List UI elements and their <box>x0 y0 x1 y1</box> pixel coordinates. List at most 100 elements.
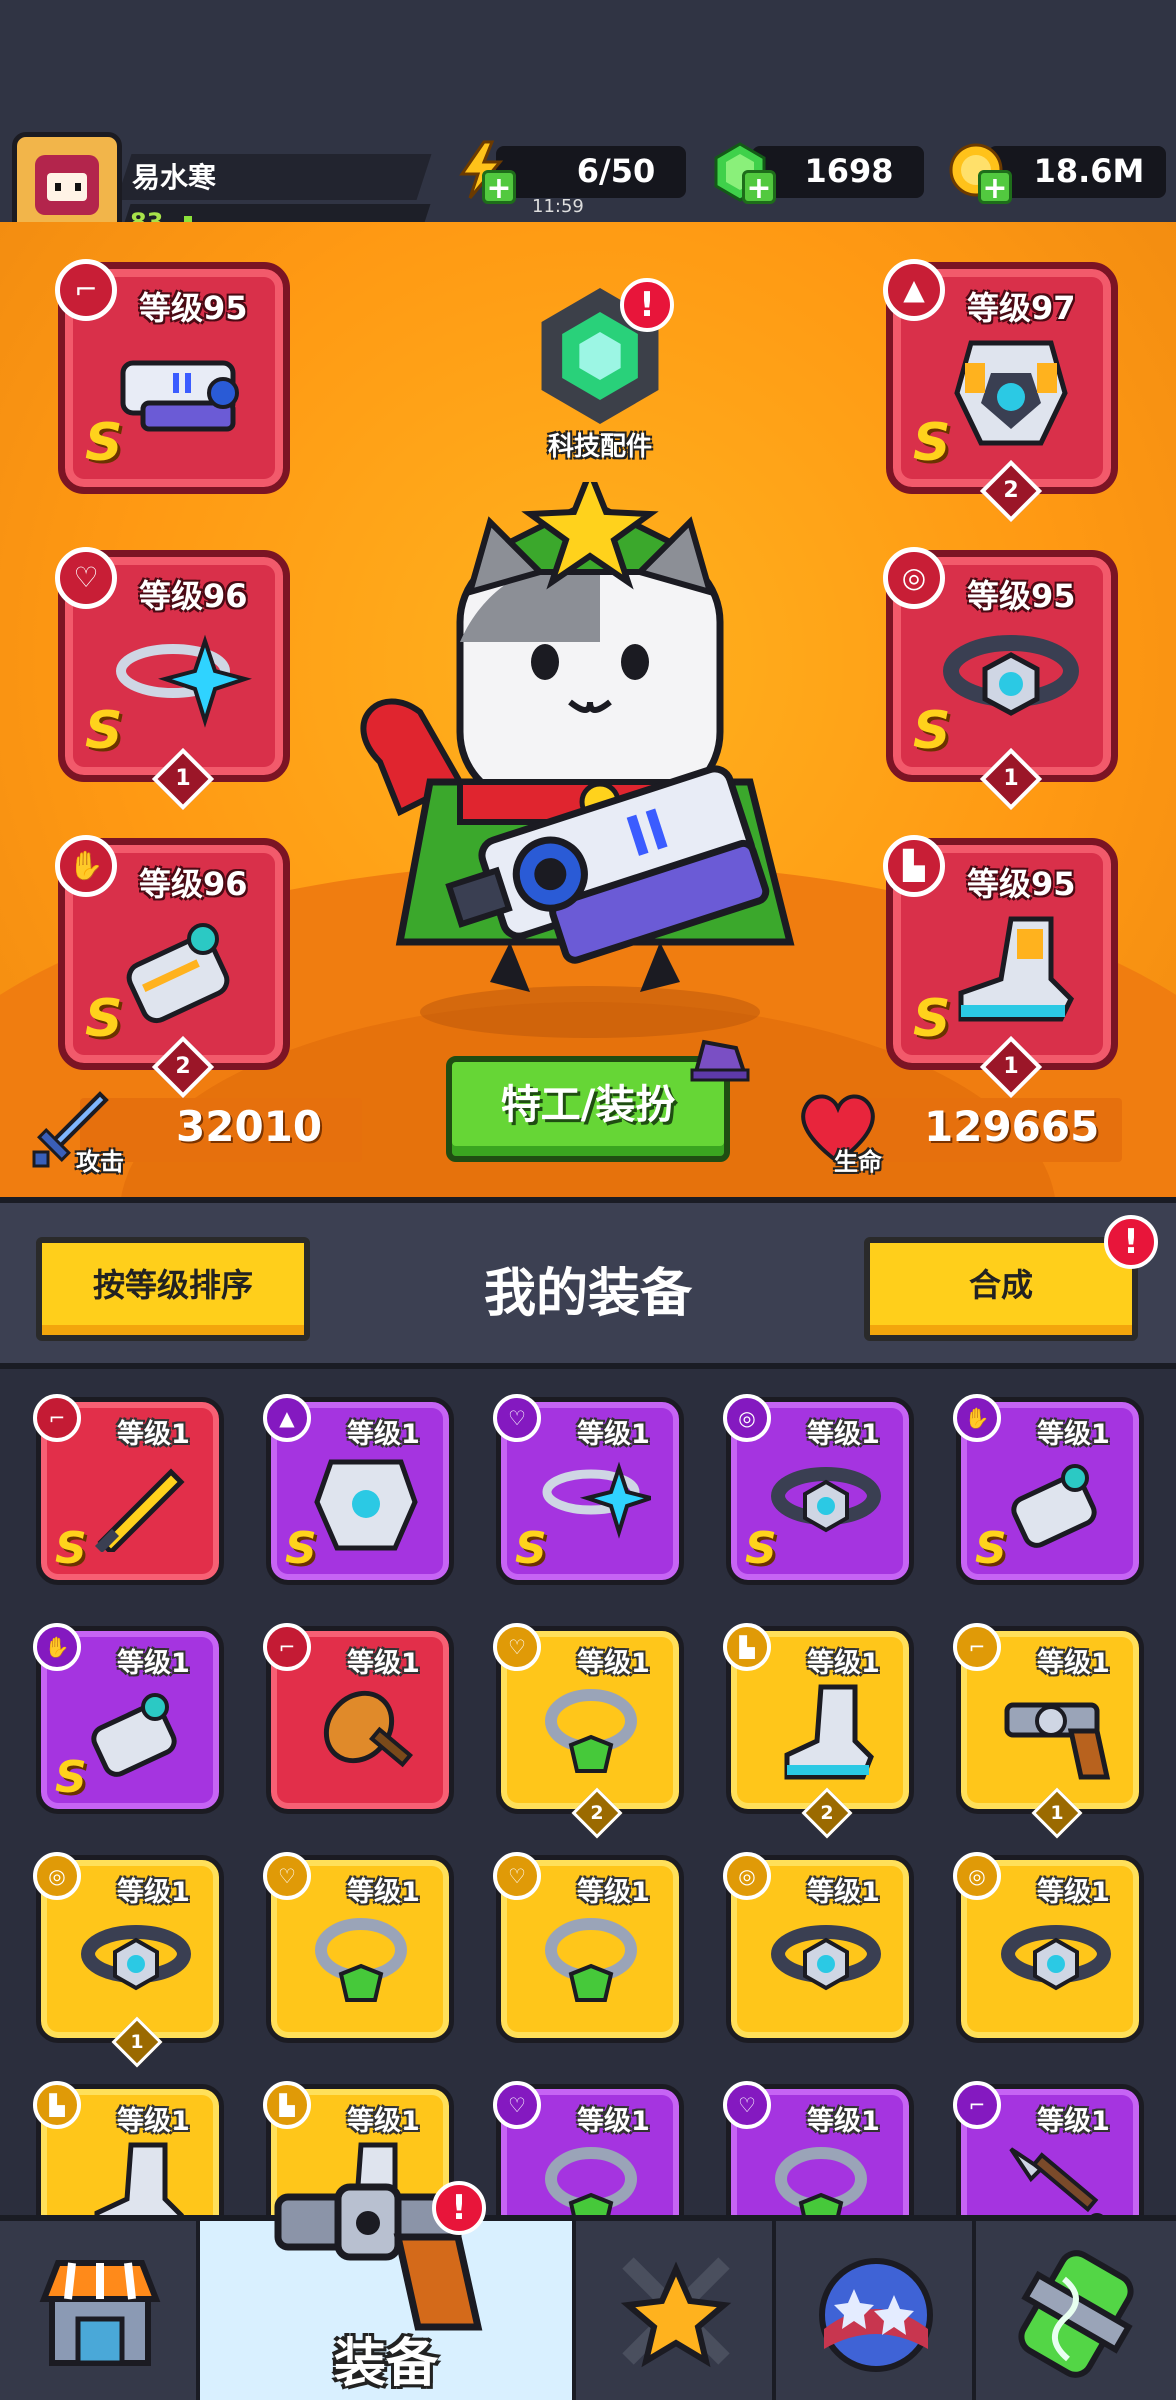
gems-plus-icon[interactable]: + <box>742 170 776 205</box>
rank-s: S <box>975 1523 1007 1574</box>
equip-slot-glove[interactable]: ✋ 等级96 S 2 <box>55 835 290 1099</box>
equip-slot-armor[interactable]: ▲ 等级97 S 2 <box>883 259 1118 523</box>
inventory-item-boot[interactable]: ▙ 等级1 <box>33 2081 224 2215</box>
energy-value: 6/50 <box>576 152 656 190</box>
club-icon <box>323 1690 413 1768</box>
slot-level: 等级95 <box>967 865 1076 903</box>
inventory-item-necklace[interactable]: ♡ 等级1 S <box>493 1394 684 1585</box>
star-count: 2 <box>571 1787 623 1839</box>
item-level: 等级1 <box>1037 2106 1110 2137</box>
inventory-item-boot[interactable]: ▙ 等级1 2 <box>723 1623 914 1839</box>
energy-timer: 11:59 <box>532 196 584 217</box>
armor-vest-icon <box>954 340 1068 446</box>
belt-badge-icon: ◎ <box>723 1394 771 1442</box>
revolver-badge-icon: ⌐ <box>953 1623 1001 1671</box>
item-level: 等级1 <box>117 1648 190 1679</box>
necklace-icon <box>542 1461 651 1539</box>
inventory-item-ring[interactable]: ♡ 等级1 <box>263 1852 454 2043</box>
equip-slot-belt[interactable]: ◎ 等级95 S 1 <box>883 547 1118 811</box>
glove-badge-icon: ✋ <box>33 1623 81 1671</box>
ring-icon <box>545 2147 637 2215</box>
inventory-item-armor[interactable]: ▲ 等级1 S <box>263 1394 454 1585</box>
sort-by-level-button[interactable]: 按等级排序 <box>36 1237 310 1341</box>
inventory-grid: ⌐ 等级1 S ▲ 等级1 S ♡ 等级1 S ◎ 等级1 S ✋ 等级1 S ✋ 等级1 S ⌐ 等级1 ♡ 等级1 2 ▙… <box>0 1369 1176 2215</box>
item-level: 等级1 <box>577 1877 650 1908</box>
coins-counter[interactable]: + 18.6M <box>948 143 1166 205</box>
boot-icon <box>784 1684 874 1780</box>
tech-parts-button[interactable]: 科技配件 ! <box>520 278 680 462</box>
inventory-item-club[interactable]: ⌐ 等级1 <box>263 1623 454 1814</box>
belt-icon <box>81 1925 191 1991</box>
nav-stars[interactable] <box>776 2221 976 2400</box>
ring-icon <box>545 1918 637 2002</box>
hat-icon <box>690 1039 750 1082</box>
inventory-item-revolver[interactable]: ⌐ 等级1 1 <box>953 1623 1144 1839</box>
rank-s: S <box>85 701 123 761</box>
item-level: 等级1 <box>1037 1419 1110 1450</box>
glove-icon <box>91 1693 177 1777</box>
shop-icon <box>39 2260 161 2366</box>
item-level: 等级1 <box>347 1419 420 1450</box>
dna-capsule-icon <box>1018 2250 1134 2378</box>
mech-boot-icon <box>958 916 1075 1022</box>
inventory-item-belt[interactable]: ◎ 等级1 S <box>723 1394 914 1585</box>
slot-level: 等级97 <box>967 289 1076 327</box>
inventory-item-ring[interactable]: ♡ 等级1 2 <box>493 1623 684 1839</box>
gems-counter[interactable]: + 1698 <box>712 142 924 205</box>
boot-badge-icon: ▙ <box>723 1623 771 1671</box>
coins-plus-icon[interactable]: + <box>978 170 1012 205</box>
item-level: 等级1 <box>807 2106 880 2137</box>
avatar-face <box>47 173 87 201</box>
attack-value: 32010 <box>176 1102 323 1151</box>
rank-s: S <box>55 1752 87 1803</box>
rank-s: S <box>85 413 123 473</box>
item-level: 等级1 <box>807 1648 880 1679</box>
rank-s: S <box>745 1523 777 1574</box>
avatar-eye <box>75 183 81 191</box>
item-level: 等级1 <box>577 1648 650 1679</box>
inventory-item-sword[interactable]: ⌐ 等级1 S <box>33 1394 224 1585</box>
inventory-item-belt[interactable]: ◎ 等级1 1 <box>33 1852 224 2068</box>
inventory-item-ring[interactable]: ♡ 等级1 <box>723 2081 914 2215</box>
slot-level: 等级96 <box>139 865 248 903</box>
slot-level: 等级95 <box>139 289 248 327</box>
necklace-badge-icon: ♡ <box>55 547 117 609</box>
inventory-item-glove[interactable]: ✋ 等级1 S <box>953 1394 1144 1585</box>
equip-slot-necklace[interactable]: ♡ 等级96 S 1 <box>55 547 290 811</box>
hex-belt-icon <box>943 635 1079 716</box>
avatar-eye <box>55 183 61 191</box>
nav-equipment-label: 装备 <box>333 2334 438 2394</box>
inventory-item-ring[interactable]: ♡ 等级1 <box>493 1852 684 2043</box>
inventory-item-glove[interactable]: ✋ 等级1 S <box>33 1623 224 1814</box>
merge-button[interactable]: 合成 <box>864 1237 1138 1341</box>
inventory-item-ring[interactable]: ♡ 等级1 <box>493 2081 684 2215</box>
equip-slot-weapon[interactable]: ⌐ 等级95 S <box>55 259 290 494</box>
star-planet-icon <box>819 2258 933 2372</box>
hp-value: 129665 <box>924 1102 1100 1151</box>
ring-icon <box>545 1689 637 1773</box>
nav-battle[interactable] <box>576 2221 776 2400</box>
inventory-item-belt[interactable]: ◎ 等级1 <box>723 1852 914 2043</box>
item-level: 等级1 <box>117 1877 190 1908</box>
belt-badge-icon: ◎ <box>883 547 945 609</box>
equipment-header: 按等级排序 我的装备 合成 ! <box>0 1197 1176 1369</box>
inventory-item-belt[interactable]: ◎ 等级1 <box>953 1852 1144 2043</box>
energy-plus-icon[interactable]: + <box>482 170 516 205</box>
attack-label: 攻击 <box>76 1148 124 1176</box>
equipment-alert-badge: ! <box>432 2181 486 2235</box>
merge-alert-badge: ! <box>1104 1215 1158 1269</box>
equip-slot-boots[interactable]: ▙ 等级95 S 1 <box>883 835 1118 1099</box>
belt-badge-icon: ◎ <box>723 1852 771 1900</box>
inventory-item-kunai[interactable]: ⌐ 等级1 <box>953 2081 1144 2215</box>
item-level: 等级1 <box>807 1877 880 1908</box>
agent-outfit-button[interactable]: 特工/装扮 <box>446 1056 730 1162</box>
shirt-badge-icon: ▲ <box>883 259 945 321</box>
rank-s: S <box>55 1523 87 1574</box>
nav-shop[interactable] <box>0 2221 200 2400</box>
ring-icon <box>775 2147 867 2215</box>
nav-equipment[interactable]: ! 装备 <box>200 2181 576 2400</box>
nav-dna[interactable] <box>976 2221 1176 2400</box>
coins-value: 18.6M <box>1033 152 1145 190</box>
energy-counter[interactable]: + 6/50 11:59 <box>456 140 686 217</box>
ring-badge-icon: ♡ <box>723 2081 771 2129</box>
